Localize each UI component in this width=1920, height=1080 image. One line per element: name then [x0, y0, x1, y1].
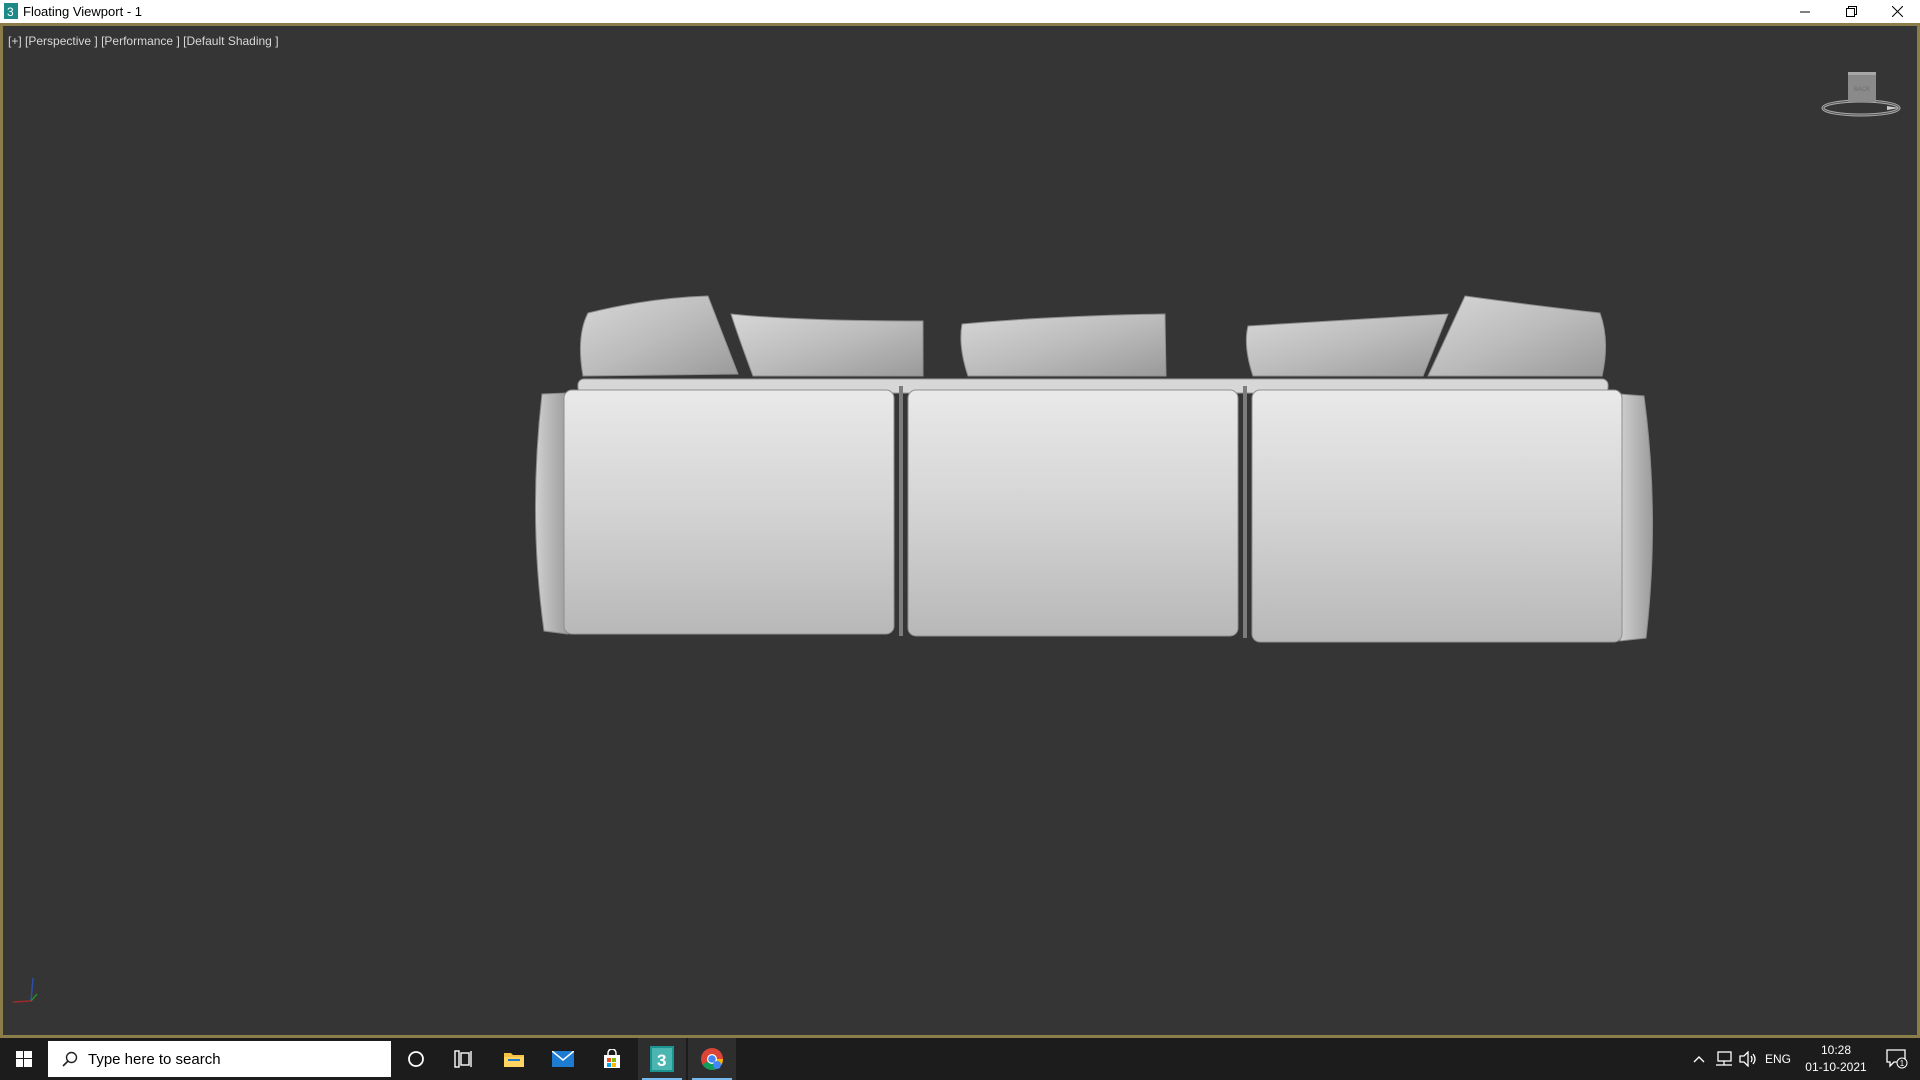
windows-logo-icon — [16, 1051, 32, 1067]
network-icon — [1716, 1051, 1732, 1066]
language-indicator[interactable]: ENG — [1762, 1038, 1794, 1080]
search-placeholder: Type here to search — [88, 1050, 221, 1068]
viewcube[interactable]: BACK — [1819, 66, 1903, 126]
close-icon — [1891, 6, 1903, 17]
sofa-model[interactable] — [528, 266, 1658, 656]
action-center-button[interactable]: 1 — [1874, 1038, 1920, 1080]
cortana-button[interactable] — [392, 1038, 440, 1080]
minimize-icon — [1800, 11, 1810, 12]
show-hidden-icons-button[interactable] — [1688, 1038, 1710, 1080]
floating-viewport[interactable]: [+] [Perspective ] [Performance ] [Defau… — [0, 23, 1920, 1038]
notification-count: 1 — [1900, 1059, 1905, 1068]
restore-button[interactable] — [1828, 0, 1874, 23]
file-explorer-icon — [504, 1053, 524, 1067]
taskbar-clock[interactable]: 10:28 01-10-2021 — [1798, 1042, 1874, 1076]
minimize-button[interactable] — [1782, 0, 1828, 23]
viewport-label-menu: [+] [Perspective ] [Performance ] [Defau… — [8, 34, 279, 48]
store-button[interactable] — [588, 1038, 636, 1080]
volume-button[interactable] — [1736, 1038, 1760, 1080]
task-view-button[interactable] — [440, 1038, 488, 1080]
app-icon: 3 — [4, 3, 18, 19]
restore-icon — [1845, 6, 1857, 17]
viewport-performance-menu[interactable]: [Performance ] — [101, 34, 180, 48]
start-button[interactable] — [0, 1038, 48, 1080]
speaker-icon — [1739, 1051, 1756, 1067]
viewcube-face-label: BACK — [1854, 87, 1870, 93]
axis-tripod-icon — [12, 977, 38, 1003]
3ds-max-taskbar-button[interactable]: 3 — [638, 1038, 686, 1080]
network-button[interactable] — [1712, 1038, 1736, 1080]
clock-time: 10:28 — [1820, 1043, 1852, 1057]
viewport-shading-menu[interactable]: [Default Shading ] — [183, 34, 278, 48]
clock-date: 01-10-2021 — [1805, 1060, 1867, 1074]
chrome-taskbar-button[interactable] — [688, 1038, 736, 1080]
notification-icon: 1 — [1886, 1049, 1908, 1069]
mail-button[interactable] — [539, 1038, 587, 1080]
chevron-up-icon — [1693, 1056, 1705, 1063]
taskbar: Type here to search 3 ENG 10:28 01-10-20… — [0, 1038, 1920, 1080]
mail-icon — [552, 1051, 574, 1067]
svg-text:3: 3 — [7, 5, 14, 19]
3ds-max-icon: 3 — [650, 1046, 674, 1072]
cortana-icon — [408, 1051, 424, 1067]
search-icon — [62, 1051, 78, 1067]
viewport-point-of-view-menu[interactable]: [Perspective ] — [25, 34, 98, 48]
chrome-icon — [701, 1048, 723, 1070]
store-icon — [604, 1049, 620, 1068]
svg-text:3: 3 — [657, 1051, 666, 1070]
close-button[interactable] — [1874, 0, 1920, 23]
file-explorer-button[interactable] — [490, 1038, 538, 1080]
window-title: Floating Viewport - 1 — [23, 4, 142, 19]
taskbar-search-box[interactable]: Type here to search — [48, 1041, 391, 1077]
title-bar: 3 Floating Viewport - 1 — [0, 0, 1920, 23]
viewport-plus-menu[interactable]: [+] — [8, 34, 22, 48]
task-view-icon — [454, 1050, 472, 1068]
